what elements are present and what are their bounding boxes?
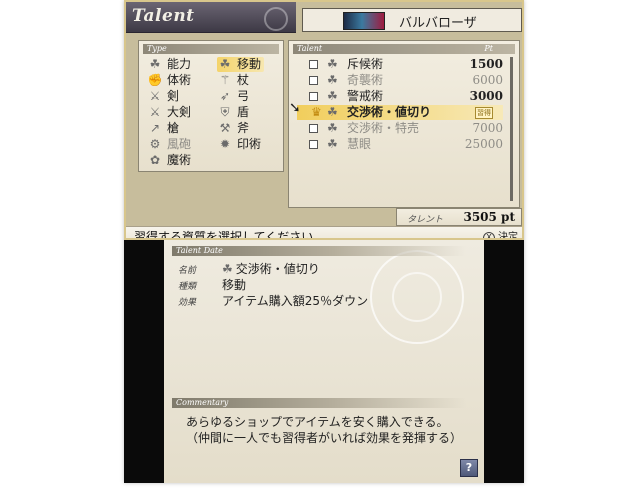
talent-row[interactable]: ☘ 慧眼 25000 (303, 137, 503, 152)
detail-effect-row: 効果 アイテム購入額25％ダウン (178, 294, 369, 308)
type-panel: Type ☘ 能力 ☘ 移動 ✊ 体術 ⚚ 杖 ⚔ 剣 ➶ 弓 ⚔ 大剣 ⛨ 盾… (138, 40, 284, 172)
shield-icon: ⛨ (220, 105, 230, 119)
help-button[interactable]: ? (460, 459, 478, 477)
character-box: バルバローザ (302, 8, 522, 32)
type-item-spear[interactable]: ↗ 槍 (147, 121, 179, 136)
movement-icon: ☘ (327, 121, 338, 135)
type-heading: Type (143, 44, 279, 54)
talent-row[interactable]: ☘ 交渉術・特売 7000 (303, 121, 503, 136)
instruction-bar: 習得する資質を選択してください X 決定 (126, 226, 522, 240)
staff-icon: ⚚ (219, 73, 231, 87)
talent-name: 交渉術・値切り (235, 262, 320, 276)
title-tab: Talent (126, 2, 296, 33)
detail-type-row: 種類 移動 (178, 278, 247, 292)
detail-name-row: 名前 ☘ 交渉術・値切り (178, 262, 320, 276)
checkbox[interactable] (309, 124, 318, 133)
ornament-icon (264, 7, 288, 31)
type-item-axe[interactable]: ⚒ 斧 (217, 121, 249, 136)
sword-icon: ⚔ (149, 89, 161, 103)
bottom-screen: Talent Date 名前 ☘ 交渉術・値切り 種類 移動 効果 アイテム購入額25％… (164, 240, 484, 483)
ability-icon: ☘ (149, 57, 161, 71)
instruction-text: 習得する資質を選択してください (134, 230, 314, 240)
type-item-bow[interactable]: ➶ 弓 (217, 89, 249, 104)
martial-arts-icon: ✊ (147, 73, 163, 87)
talent-row[interactable]: ☘ 奇襲術 6000 (303, 73, 503, 88)
movement-icon: ☘ (327, 137, 338, 151)
character-portrait (343, 12, 385, 30)
type-item-shield[interactable]: ⛨ 盾 (217, 105, 249, 120)
total-label: タレント (407, 215, 444, 225)
detail-heading: Talent Date (172, 246, 466, 256)
character-name: バルバローザ (399, 16, 477, 31)
crown-icon: ♛ (311, 105, 322, 119)
talent-total-box: タレント 3505 pt (396, 208, 522, 226)
type-item-greatsword[interactable]: ⚔ 大剣 (147, 105, 191, 120)
axe-icon: ⚒ (219, 121, 231, 135)
cursor-pointer-icon: ➘ (289, 100, 301, 116)
checkbox[interactable] (309, 140, 318, 149)
decorative-swirl-inner (392, 272, 442, 322)
type-item-movement[interactable]: ☘ 移動 (217, 57, 265, 72)
type-item-staff[interactable]: ⚚ 杖 (217, 73, 249, 88)
greatsword-icon: ⚔ (149, 105, 161, 119)
commentary-text: あらゆるショップでアイテムを安く購入できる。 （仲間に一人でも習得者がいれば効果… (186, 415, 463, 445)
magic-icon: ✿ (149, 153, 161, 167)
movement-icon: ☘ (327, 105, 338, 119)
screen-title: Talent (132, 6, 195, 26)
movement-icon: ☘ (327, 57, 338, 71)
top-screen: Talent バルバローザ Type ☘ 能力 ☘ 移動 ✊ 体術 ⚚ 杖 ⚔ … (124, 0, 524, 240)
type-item-seal-art[interactable]: ✹ 印術 (217, 137, 261, 152)
talent-row[interactable]: ☘ 警戒術 3000 (303, 89, 503, 104)
movement-icon: ☘ (219, 57, 231, 71)
scrollbar[interactable] (510, 57, 513, 201)
type-item-sword[interactable]: ⚔ 剣 (147, 89, 179, 104)
wind-cannon-icon: ⚙ (149, 137, 161, 151)
type-item-magic[interactable]: ✿ 魔術 (147, 153, 191, 168)
seal-art-icon: ✹ (219, 137, 231, 151)
type-item-wind-cannon[interactable]: ⚙ 風砲 (147, 137, 191, 152)
talent-effect: アイテム購入額25％ダウン (222, 294, 369, 308)
talent-type: 移動 (222, 278, 247, 292)
checkbox[interactable] (309, 76, 318, 85)
pt-heading: Pt (484, 44, 493, 53)
movement-icon: ☘ (327, 89, 338, 103)
bow-icon: ➶ (219, 89, 231, 103)
x-button-icon: X (483, 232, 495, 238)
talent-row[interactable]: ☘ 斥候術 1500 (303, 57, 503, 72)
talent-row-selected[interactable]: ➘ ♛ ☘ 交渉術・値切り 習得 (289, 101, 503, 120)
type-item-ability[interactable]: ☘ 能力 (147, 57, 191, 72)
spear-icon: ↗ (149, 121, 161, 135)
learned-badge: 習得 (475, 107, 493, 119)
type-item-martial-arts[interactable]: ✊ 体術 (147, 73, 192, 88)
confirm-button[interactable]: X 決定 (483, 228, 518, 238)
movement-icon: ☘ (327, 73, 338, 87)
checkbox[interactable] (309, 60, 318, 69)
movement-icon: ☘ (222, 262, 233, 276)
game-frame: Talent バルバローザ Type ☘ 能力 ☘ 移動 ✊ 体術 ⚚ 杖 ⚔ … (124, 0, 524, 483)
talent-heading: Talent Pt (293, 44, 515, 54)
total-value: 3505 pt (463, 210, 515, 224)
checkbox[interactable] (309, 92, 318, 101)
commentary-heading: Commentary (172, 398, 466, 408)
talent-panel: Talent Pt ☘ 斥候術 1500 ☘ 奇襲術 6000 ☘ 警戒術 30… (288, 40, 520, 208)
